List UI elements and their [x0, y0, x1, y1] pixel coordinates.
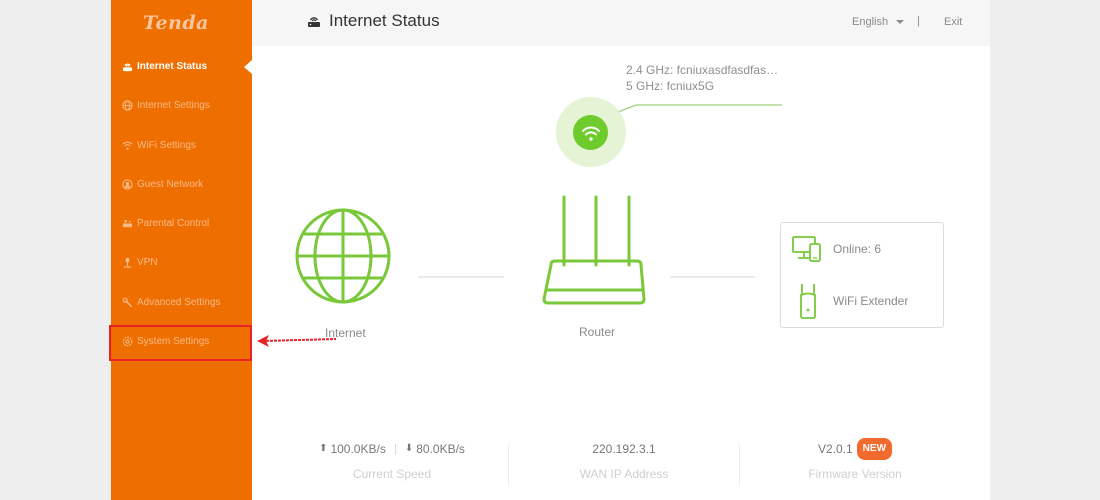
- firmware-stat: V2.0.1 NEW Firmware Version: [740, 438, 970, 481]
- online-devices-row[interactable]: Online: 6: [791, 235, 881, 263]
- wan-ip-value: 220.192.3.1: [592, 442, 656, 456]
- sidebar-item-label: System Settings: [137, 335, 210, 347]
- wifi-extender-row[interactable]: WiFi Extender: [791, 283, 908, 319]
- sidebar-item-label: Internet Settings: [137, 99, 210, 111]
- ssid-2-4ghz: 2.4 GHz: fcniuxasdfasdfas…: [626, 63, 779, 77]
- sidebar-item-label: Guest Network: [137, 178, 204, 190]
- annotation-arrow: [257, 335, 337, 347]
- page: Tenda Internet Status Internet Settings …: [0, 0, 1100, 500]
- sidebar-item-guest-network[interactable]: Guest Network: [111, 172, 252, 196]
- ssid-info: 2.4 GHz: fcniuxasdfasdfas… 5 GHz: fcniux…: [626, 62, 778, 94]
- firmware-new-badge[interactable]: NEW: [856, 438, 893, 460]
- router-label: Router: [579, 325, 616, 339]
- wan-ip-stat: 220.192.3.1 WAN IP Address: [509, 440, 739, 481]
- guest-icon: [121, 178, 133, 190]
- active-indicator: [244, 60, 252, 74]
- current-speed-label: Current Speed: [352, 467, 432, 481]
- upload-arrow-icon: ⬆: [319, 443, 328, 454]
- speed-divider: [394, 443, 396, 455]
- sidebar: Tenda Internet Status Internet Settings …: [111, 0, 252, 500]
- sidebar-item-advanced-settings[interactable]: Advanced Settings: [111, 290, 252, 314]
- exit-button[interactable]: Exit: [944, 16, 962, 28]
- sidebar-item-internet-status[interactable]: Internet Status: [111, 54, 252, 78]
- chevron-down-icon: [896, 20, 905, 24]
- sidebar-item-label: Internet Status: [137, 60, 208, 72]
- language-label: English: [852, 16, 889, 28]
- sidebar-item-label: Parental Control: [137, 217, 210, 229]
- router-icon: [121, 60, 133, 72]
- page-title: Internet Status: [307, 11, 440, 31]
- gear-icon: [121, 335, 133, 347]
- sidebar-item-parental-control[interactable]: Parental Control: [111, 211, 252, 235]
- router-device-icon[interactable]: [540, 193, 652, 307]
- wifi-icon: [121, 139, 133, 151]
- header: Internet Status English | Exit: [252, 0, 990, 46]
- tenda-logo: Tenda: [143, 12, 209, 34]
- sidebar-item-wifi-settings[interactable]: WiFi Settings: [111, 133, 252, 157]
- online-count: Online: 6: [833, 242, 882, 256]
- devices-icon: [791, 235, 825, 263]
- firmware-version: V2.0.1: [817, 442, 853, 456]
- ssid-5ghz: 5 GHz: fcniux5G: [626, 79, 715, 93]
- upload-speed: 100.0KB/s: [330, 442, 386, 456]
- sidebar-item-label: Advanced Settings: [137, 296, 221, 308]
- download-speed: 80.0KB/s: [416, 442, 465, 456]
- extender-icon: [791, 283, 825, 319]
- sidebar-item-vpn[interactable]: VPN: [111, 250, 252, 274]
- parental-icon: [121, 217, 133, 229]
- extender-label: WiFi Extender: [833, 294, 909, 308]
- wan-ip-label: WAN IP Address: [579, 467, 669, 481]
- language-select[interactable]: English: [852, 16, 905, 28]
- wifi-status-button[interactable]: [573, 115, 608, 150]
- header-separator: |: [917, 15, 920, 27]
- internet-globe-icon[interactable]: [294, 207, 392, 305]
- status-stats: ⬆ 100.0KB/s ⬇ 80.0KB/s Current Speed 220…: [252, 438, 990, 500]
- wifi-icon: [581, 126, 600, 141]
- sidebar-item-label: WiFi Settings: [137, 139, 196, 151]
- globe-icon: [121, 99, 133, 111]
- router-icon: [308, 17, 320, 27]
- download-arrow-icon: ⬇: [404, 443, 414, 454]
- connected-devices-card: Online: 6 WiFi Extender: [780, 222, 944, 328]
- wrench-icon: [121, 296, 133, 308]
- page-title-text: Internet Status: [329, 11, 440, 30]
- sidebar-item-label: VPN: [137, 256, 158, 268]
- current-speed-stat: ⬆ 100.0KB/s ⬇ 80.0KB/s Current Speed: [277, 440, 507, 481]
- sidebar-item-internet-settings[interactable]: Internet Settings: [111, 93, 252, 117]
- firmware-label: Firmware Version: [808, 467, 902, 481]
- sidebar-item-system-settings[interactable]: System Settings: [111, 329, 252, 353]
- main-panel: Internet Status English | Exit 2.4 GHz: …: [252, 0, 990, 500]
- vpn-icon: [121, 256, 133, 268]
